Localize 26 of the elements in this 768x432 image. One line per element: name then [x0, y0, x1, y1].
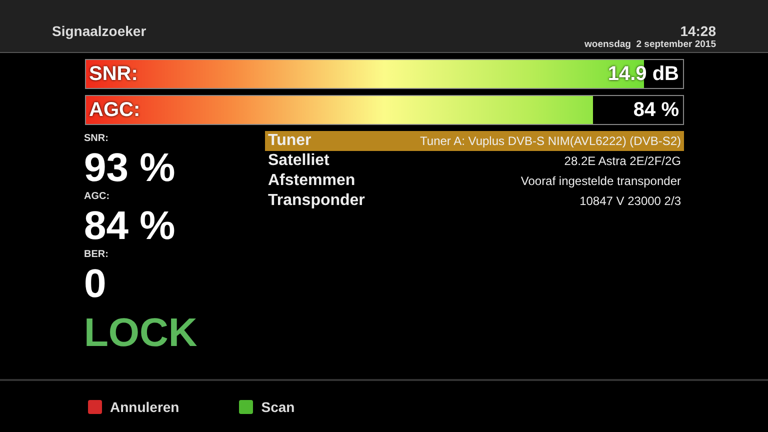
info-row[interactable]: Transponder 10847 V 23000 2/3 [265, 191, 684, 211]
row-label: Afstemmen [268, 172, 356, 190]
row-value: Vooraf ingestelde transponder [520, 174, 681, 188]
row-label: Satelliet [268, 152, 330, 170]
info-row[interactable]: Afstemmen Vooraf ingestelde transponder [265, 171, 684, 191]
stat-label: BER: [84, 249, 110, 261]
date-text: woensdag 2 september 2015 [584, 39, 716, 50]
stat-label: AGC: [84, 191, 111, 203]
row-value: 10847 V 23000 2/3 [580, 194, 681, 208]
button-label[interactable]: Scan [261, 398, 295, 414]
screen-title: Signaalzoeker [52, 23, 146, 39]
stat-value: 0 [84, 261, 108, 307]
meter-reading: 84 % [633, 99, 679, 122]
info-row[interactable]: Satelliet 28.2E Astra 2E/2F/2G [265, 151, 684, 171]
stat-value: 93 % [84, 145, 176, 191]
row-label: Transponder [268, 192, 365, 210]
row-label: Tuner [268, 132, 312, 150]
clock-time: 14:28 [680, 24, 716, 39]
meter-label: AGC: [89, 99, 140, 122]
lock-status: LOCK [84, 310, 198, 357]
row-value: 28.2E Astra 2E/2F/2G [564, 154, 681, 168]
button-label[interactable]: Annuleren [110, 398, 180, 414]
meter-label: SNR: [89, 63, 138, 86]
row-value: Tuner A: Vuplus DVB-S NIM(AVL6222) (DVB-S2) [420, 134, 681, 148]
stat-value: 84 % [84, 203, 176, 249]
stat-label: SNR: [84, 133, 110, 145]
